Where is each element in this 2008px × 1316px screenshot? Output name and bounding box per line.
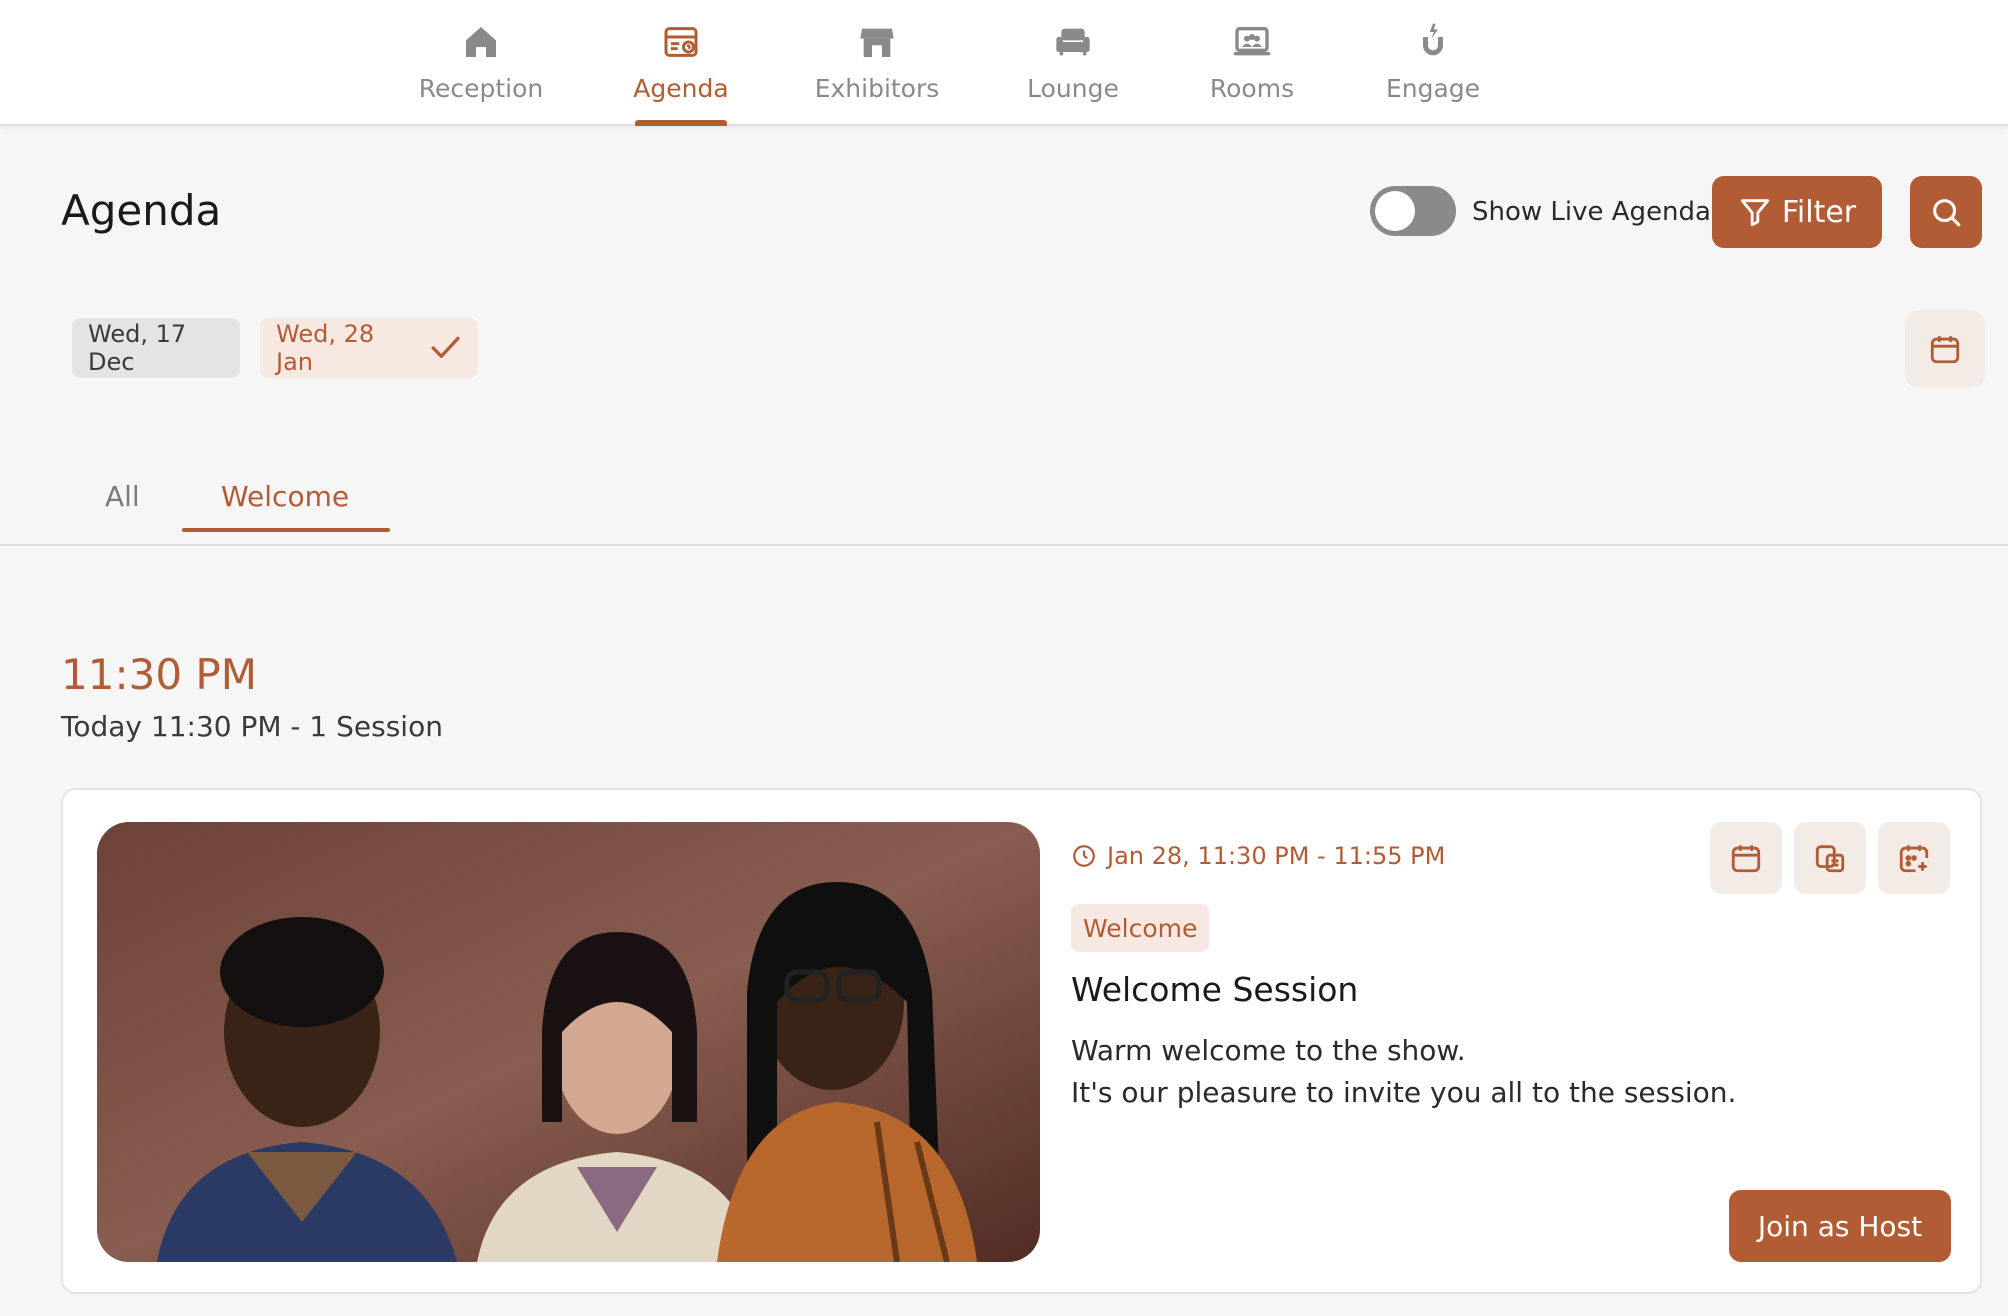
nav-item-engage[interactable]: Engage: [1353, 22, 1513, 126]
nav-label-agenda: Agenda: [633, 74, 729, 103]
nav-item-reception[interactable]: Reception: [401, 22, 561, 126]
nav-label-engage: Engage: [1385, 74, 1481, 103]
checkmark-icon: [431, 336, 460, 358]
session-time-text: Jan 28, 11:30 PM - 11:55 PM: [1107, 842, 1446, 870]
clock-icon: [1073, 845, 1095, 867]
session-card[interactable]: Jan 28, 11:30 PM - 11:55 PM Welcome Welc…: [61, 788, 1982, 1294]
session-category-tag: Welcome: [1071, 904, 1210, 952]
store-icon: [860, 28, 894, 57]
search-button[interactable]: [1910, 176, 1982, 248]
nav-item-lounge[interactable]: Lounge: [993, 22, 1153, 126]
active-tab-indicator: [182, 528, 390, 532]
home-icon: [466, 27, 496, 57]
page-title: Agenda: [61, 186, 222, 235]
tab-all[interactable]: All: [105, 480, 140, 513]
session-description-line: It's our pleasure to invite you all to t…: [1071, 1076, 1737, 1109]
calendar-picker-button[interactable]: [1905, 310, 1985, 388]
engage-icon: [1423, 23, 1443, 56]
nav-item-exhibitors[interactable]: Exhibitors: [797, 22, 957, 126]
rooms-icon: [1233, 27, 1271, 56]
time-slot-subtitle: Today 11:30 PM - 1 Session: [61, 710, 443, 743]
nav-item-rooms[interactable]: Rooms: [1172, 22, 1332, 126]
toggle-knob: [1375, 191, 1415, 231]
nav-label-reception: Reception: [418, 74, 544, 103]
filter-icon: [1740, 199, 1770, 227]
date-chip-17-dec[interactable]: Wed, 17 Dec: [72, 318, 240, 378]
calendar-icon: [1731, 845, 1761, 873]
session-image: [97, 822, 1040, 1262]
copy-session-button[interactable]: [1794, 822, 1866, 894]
sofa-icon: [1056, 28, 1090, 56]
filter-button-label: Filter: [1781, 194, 1857, 230]
calendar-add-icon: [1899, 845, 1929, 873]
date-chip-label: Wed, 17 Dec: [88, 320, 187, 376]
time-slot-heading: 11:30 PM: [61, 650, 257, 699]
search-icon: [1933, 199, 1961, 227]
nav-label-rooms: Rooms: [1209, 74, 1295, 103]
tab-welcome[interactable]: Welcome: [221, 480, 349, 513]
date-chip-label: Wed, 28 Jan: [276, 320, 375, 376]
top-navigation: Reception Agenda Exhibitors Lounge Rooms…: [0, 0, 2008, 126]
nav-label-exhibitors: Exhibitors: [814, 74, 940, 103]
date-chip-28-jan[interactable]: Wed, 28 Jan: [260, 318, 478, 378]
session-description: Warm welcome to the show. It's our pleas…: [1071, 1030, 1736, 1114]
category-tabs: All Welcome: [0, 470, 2008, 546]
live-agenda-toggle-label: Show Live Agenda: [1472, 197, 1711, 227]
live-agenda-toggle[interactable]: [1370, 186, 1456, 236]
session-time-range: Jan 28, 11:30 PM - 11:55 PM: [1071, 842, 1445, 870]
nav-label-lounge: Lounge: [1027, 74, 1119, 103]
active-nav-indicator: [635, 120, 727, 126]
agenda-icon: [664, 27, 698, 57]
filter-button[interactable]: Filter: [1712, 176, 1882, 248]
nav-item-agenda[interactable]: Agenda: [601, 22, 761, 126]
calendar-icon: [1930, 336, 1960, 364]
copy-calendar-icon: [1815, 845, 1845, 873]
add-to-calendar-button[interactable]: [1710, 822, 1782, 894]
session-title: Welcome Session: [1071, 970, 1359, 1009]
join-as-host-button[interactable]: Join as Host: [1729, 1190, 1951, 1262]
session-description-line: Warm welcome to the show.: [1071, 1034, 1466, 1067]
schedule-add-button[interactable]: [1878, 822, 1950, 894]
